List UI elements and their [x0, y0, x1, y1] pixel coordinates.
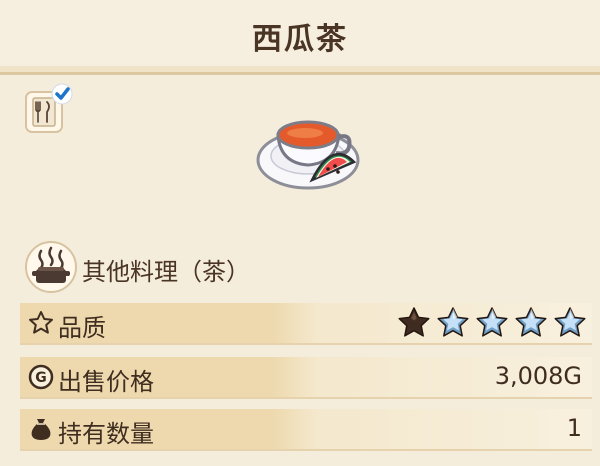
quality-star-3 — [476, 307, 508, 337]
watermelon-tea-icon — [250, 100, 366, 200]
gold-coin-icon: G — [28, 364, 54, 390]
quality-stars — [396, 305, 588, 341]
item-title: 西瓜茶 — [252, 22, 348, 57]
category-row: 其他料理（茶） — [20, 240, 420, 296]
recipe-book-checked-icon[interactable] — [20, 82, 76, 138]
title-bar: 西瓜茶 — [0, 0, 600, 75]
quality-star-1 — [398, 307, 430, 337]
quality-label: 品质 — [58, 314, 106, 342]
price-row: G 出售价格 3,008G — [20, 357, 592, 399]
price-label: 出售价格 — [58, 368, 154, 396]
price-value: 3,008G — [494, 362, 582, 390]
quality-star-5 — [554, 307, 586, 337]
quality-row: 品质 — [20, 303, 592, 345]
count-row: 持有数量 1 — [20, 409, 592, 451]
quality-star-2 — [437, 307, 469, 337]
cooking-pot-icon — [24, 240, 78, 294]
quality-star-4 — [515, 307, 547, 337]
money-bag-icon — [28, 416, 54, 442]
star-outline-icon — [28, 310, 54, 336]
item-detail-panel: 西瓜茶 其他料理（茶） 品质 G 出售价格 3,008G 持有数量 1 — [0, 0, 600, 466]
item-category: 其他料理（茶） — [82, 258, 250, 286]
count-value: 1 — [566, 414, 582, 442]
count-label: 持有数量 — [58, 420, 154, 448]
svg-text:G: G — [35, 370, 47, 386]
